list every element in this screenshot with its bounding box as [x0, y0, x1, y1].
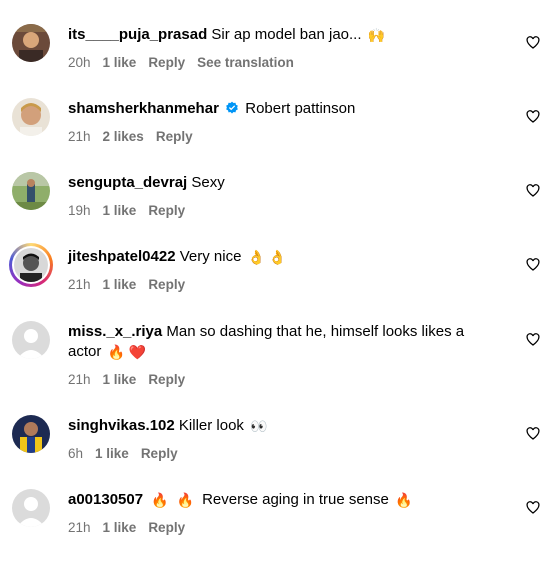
- likes-count[interactable]: 1 like: [103, 203, 137, 218]
- likes-count[interactable]: 1 like: [103, 520, 137, 535]
- comment-meta: 21h 1 like Reply: [68, 277, 185, 292]
- comment-text: shamsherkhanmehar Robert pattinson: [68, 99, 488, 119]
- username[interactable]: singhvikas.102: [68, 417, 175, 434]
- heart-icon[interactable]: [526, 184, 540, 197]
- comment-text: its____puja_prasad Sir ap model ban jao.…: [68, 25, 488, 45]
- see-translation-button[interactable]: See translation: [197, 55, 294, 70]
- timestamp[interactable]: 19h: [68, 203, 91, 218]
- comment-body: Sexy: [191, 174, 225, 191]
- reply-button[interactable]: Reply: [156, 129, 193, 144]
- comment-meta: 21h 1 like Reply: [68, 520, 185, 535]
- comment-meta: 20h 1 like Reply See translation: [68, 55, 294, 70]
- comment-body: Man so dashing that he, himself looks li…: [166, 323, 465, 340]
- comment-text: a00130507 🔥 🔥 Reverse aging in true sens…: [68, 490, 488, 510]
- timestamp[interactable]: 20h: [68, 55, 91, 70]
- comment-body: Very nice: [179, 248, 242, 265]
- comment-meta: 21h 2 likes Reply: [68, 129, 193, 144]
- comment-body: Killer look: [178, 417, 244, 434]
- emoji-prefix: 🔥 🔥: [151, 492, 194, 508]
- verified-badge-icon: [226, 101, 238, 114]
- username[interactable]: sengupta_devraj: [68, 174, 187, 191]
- heart-icon[interactable]: [526, 36, 540, 49]
- comment-meta: 19h 1 like Reply: [68, 203, 185, 218]
- default-avatar-icon[interactable]: [12, 321, 50, 359]
- likes-count[interactable]: 1 like: [95, 446, 129, 461]
- reply-button[interactable]: Reply: [148, 277, 185, 292]
- emoji: 👌 👌: [247, 249, 287, 265]
- heart-icon[interactable]: [526, 501, 540, 514]
- comment-text: sengupta_devraj Sexy: [68, 173, 488, 193]
- comment-text: miss._x_.riya Man so dashing that he, hi…: [68, 322, 488, 342]
- avatar[interactable]: [12, 172, 50, 210]
- reply-button[interactable]: Reply: [148, 55, 185, 70]
- likes-count[interactable]: 1 like: [103, 372, 137, 387]
- comment-text-continued: actor 🔥 ❤️: [68, 342, 488, 362]
- username[interactable]: shamsherkhanmehar: [68, 100, 219, 117]
- timestamp[interactable]: 6h: [68, 446, 83, 461]
- comment-body: Reverse aging in true sense: [202, 491, 389, 508]
- default-avatar-icon[interactable]: [12, 489, 50, 527]
- username[interactable]: jiteshpatel0422: [68, 248, 176, 265]
- timestamp[interactable]: 21h: [68, 277, 91, 292]
- avatar[interactable]: [12, 415, 50, 453]
- username[interactable]: miss._x_.riya: [68, 323, 162, 340]
- avatar[interactable]: [9, 243, 53, 287]
- username[interactable]: its____puja_prasad: [68, 26, 207, 43]
- heart-icon[interactable]: [526, 110, 540, 123]
- comment-body: Robert pattinson: [245, 100, 356, 117]
- likes-count[interactable]: 1 like: [103, 55, 137, 70]
- emoji: 🔥 ❤️: [107, 344, 147, 360]
- comment-text: jiteshpatel0422 Very nice 👌 👌: [68, 247, 488, 267]
- reply-button[interactable]: Reply: [141, 446, 178, 461]
- emoji: 👀: [250, 418, 268, 434]
- timestamp[interactable]: 21h: [68, 372, 91, 387]
- emoji: 🙌: [367, 27, 386, 43]
- reply-button[interactable]: Reply: [148, 203, 185, 218]
- comment-text: singhvikas.102 Killer look 👀: [68, 416, 488, 436]
- heart-icon[interactable]: [526, 258, 540, 271]
- reply-button[interactable]: Reply: [148, 520, 185, 535]
- emoji: 🔥: [395, 492, 413, 508]
- comment-body-continued: actor: [68, 343, 102, 360]
- avatar[interactable]: [12, 98, 50, 136]
- likes-count[interactable]: 1 like: [103, 277, 137, 292]
- avatar[interactable]: [12, 24, 50, 62]
- comment-meta: 21h 1 like Reply: [68, 372, 185, 387]
- likes-count[interactable]: 2 likes: [103, 129, 144, 144]
- heart-icon[interactable]: [526, 333, 540, 346]
- timestamp[interactable]: 21h: [68, 129, 91, 144]
- comment-body: Sir ap model ban jao...: [211, 26, 362, 43]
- reply-button[interactable]: Reply: [148, 372, 185, 387]
- comment-meta: 6h 1 like Reply: [68, 446, 178, 461]
- username[interactable]: a00130507: [68, 491, 143, 508]
- timestamp[interactable]: 21h: [68, 520, 91, 535]
- heart-icon[interactable]: [526, 427, 540, 440]
